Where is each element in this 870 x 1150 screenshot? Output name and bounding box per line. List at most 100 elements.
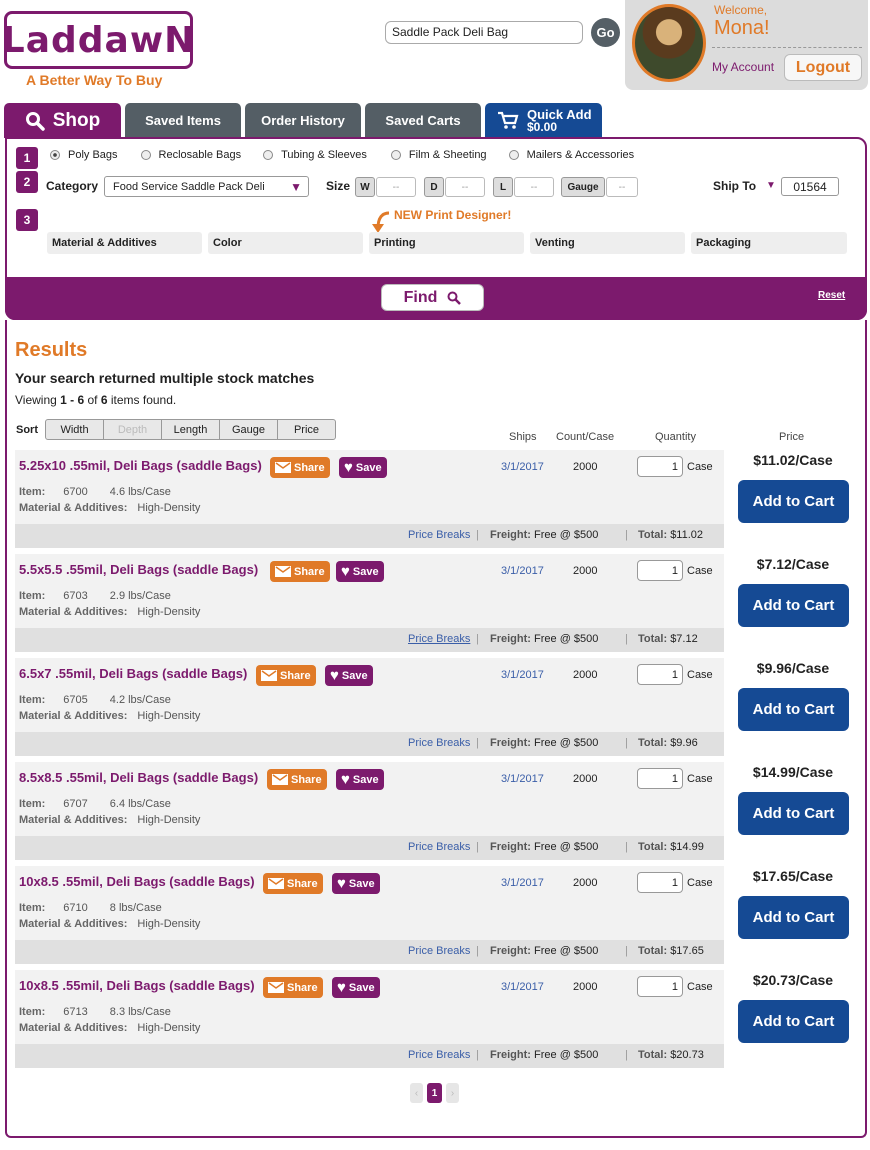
tab-saved-carts[interactable]: Saved Carts bbox=[365, 103, 481, 138]
radio-film-sheeting[interactable]: Film & Sheeting bbox=[390, 149, 487, 161]
radio-poly-bags[interactable]: Poly Bags bbox=[50, 149, 118, 161]
pager-page-1[interactable]: 1 bbox=[427, 1083, 442, 1103]
item-number-line: Item: 6707 6.4 lbs/Case bbox=[19, 798, 171, 810]
add-to-cart-button[interactable]: Add to Cart bbox=[738, 792, 849, 835]
attribute-venting[interactable]: Venting bbox=[530, 232, 685, 254]
add-to-cart-button[interactable]: Add to Cart bbox=[738, 480, 849, 523]
save-button[interactable]: ♥ Save bbox=[336, 561, 384, 582]
save-button[interactable]: ♥ Save bbox=[332, 977, 380, 998]
search-input[interactable]: Saddle Pack Deli Bag bbox=[385, 21, 583, 44]
share-button[interactable]: Share bbox=[270, 561, 330, 582]
gauge-field[interactable]: -- bbox=[606, 177, 638, 197]
share-button[interactable]: Share bbox=[267, 769, 327, 790]
price-breaks-link[interactable]: Price Breaks bbox=[408, 737, 470, 749]
product-title-link[interactable]: 10x8.5 .55mil, Deli Bags (saddle Bags) bbox=[19, 978, 255, 993]
quantity-input[interactable]: 1 bbox=[637, 664, 683, 685]
radio-mailers-accessories[interactable]: Mailers & Accessories bbox=[508, 149, 634, 161]
case-unit-label: Case bbox=[687, 565, 713, 577]
price-breaks-link[interactable]: Price Breaks bbox=[408, 841, 470, 853]
radio-label: Poly Bags bbox=[68, 149, 118, 161]
size-width-button[interactable]: W bbox=[355, 177, 375, 197]
reset-link[interactable]: Reset bbox=[818, 290, 845, 301]
ship-date: 3/1/2017 bbox=[501, 669, 544, 681]
category-select[interactable]: Food Service Saddle Pack Deli ▼ bbox=[104, 176, 309, 197]
total-label: Total: bbox=[638, 737, 668, 749]
add-to-cart-button[interactable]: Add to Cart bbox=[738, 1000, 849, 1043]
radio-reclosable-bags[interactable]: Reclosable Bags bbox=[140, 149, 241, 161]
size-depth-button[interactable]: D bbox=[424, 177, 444, 197]
quantity-input[interactable]: 1 bbox=[637, 560, 683, 581]
print-designer-callout[interactable]: NEW Print Designer! bbox=[394, 208, 511, 222]
tab-quick-add[interactable]: Quick Add $0.00 bbox=[485, 103, 602, 138]
product-title-link[interactable]: 10x8.5 .55mil, Deli Bags (saddle Bags) bbox=[19, 874, 255, 889]
quick-add-amount: $0.00 bbox=[527, 119, 558, 134]
attribute-color[interactable]: Color bbox=[208, 232, 363, 254]
gauge-button[interactable]: Gauge bbox=[561, 177, 605, 197]
product-title-link[interactable]: 5.5x5.5 .55mil, Deli Bags (saddle Bags) bbox=[19, 562, 258, 577]
pager-next-button[interactable]: › bbox=[446, 1083, 459, 1103]
my-account-link[interactable]: My Account bbox=[712, 60, 774, 74]
product-title-link[interactable]: 8.5x8.5 .55mil, Deli Bags (saddle Bags) bbox=[19, 770, 258, 785]
sort-width-button[interactable]: Width bbox=[45, 419, 104, 440]
material-value: High-Density bbox=[137, 814, 201, 826]
share-button[interactable]: Share bbox=[270, 457, 330, 478]
attribute-material-additives[interactable]: Material & Additives bbox=[47, 232, 202, 254]
price-breaks-link[interactable]: Price Breaks bbox=[408, 945, 470, 957]
quantity-input[interactable]: 1 bbox=[637, 872, 683, 893]
header-price: Price bbox=[779, 431, 805, 443]
add-to-cart-button[interactable]: Add to Cart bbox=[738, 896, 849, 939]
share-label: Share bbox=[294, 565, 325, 578]
size-length-button[interactable]: L bbox=[493, 177, 513, 197]
result-row: 6.5x7 .55mil, Deli Bags (saddle Bags) Sha… bbox=[15, 658, 724, 756]
attribute-packaging[interactable]: Packaging bbox=[691, 232, 847, 254]
tab-saved-items[interactable]: Saved Items bbox=[125, 103, 241, 138]
material-line: Material & Additives: High-Density bbox=[19, 1022, 200, 1034]
quantity-input[interactable]: 1 bbox=[637, 976, 683, 997]
size-depth-field[interactable]: -- bbox=[445, 177, 485, 197]
ship-to-zip-input[interactable]: 01564 bbox=[781, 177, 839, 196]
save-button[interactable]: ♥ Save bbox=[339, 457, 387, 478]
logout-button[interactable]: Logout bbox=[784, 54, 862, 81]
sort-gauge-button[interactable]: Gauge bbox=[219, 419, 278, 440]
tab-shop[interactable]: Shop bbox=[4, 103, 121, 138]
save-button[interactable]: ♥ Save bbox=[336, 769, 384, 790]
sort-length-button[interactable]: Length bbox=[161, 419, 220, 440]
size-length-field[interactable]: -- bbox=[514, 177, 554, 197]
find-button[interactable]: Find bbox=[381, 284, 484, 311]
attribute-printing[interactable]: Printing bbox=[369, 232, 524, 254]
material-label: Material & Additives: bbox=[19, 814, 128, 826]
add-to-cart-button[interactable]: Add to Cart bbox=[738, 688, 849, 731]
product-title-link[interactable]: 5.25x10 .55mil, Deli Bags (saddle Bags) bbox=[19, 458, 262, 473]
item-number: 6703 bbox=[63, 590, 88, 602]
envelope-icon bbox=[268, 878, 284, 889]
price-breaks-link[interactable]: Price Breaks bbox=[408, 529, 470, 541]
freight-label: Freight: bbox=[490, 633, 531, 645]
quantity-input[interactable]: 1 bbox=[637, 768, 683, 789]
price-breaks-link[interactable]: Price Breaks bbox=[408, 633, 470, 645]
save-button[interactable]: ♥ Save bbox=[332, 873, 380, 894]
product-title-link[interactable]: 6.5x7 .55mil, Deli Bags (saddle Bags) bbox=[19, 666, 247, 681]
save-button[interactable]: ♥ Save bbox=[325, 665, 373, 686]
freight-label: Freight: bbox=[490, 737, 531, 749]
save-label: Save bbox=[352, 773, 379, 786]
sort-price-button[interactable]: Price bbox=[277, 419, 336, 440]
quantity-input[interactable]: 1 bbox=[637, 456, 683, 477]
item-label: Item: bbox=[19, 694, 46, 706]
ship-to-arrow-icon[interactable]: ▼ bbox=[766, 180, 776, 191]
add-to-cart-button[interactable]: Add to Cart bbox=[738, 584, 849, 627]
radio-tubing-sleeves[interactable]: Tubing & Sleeves bbox=[263, 149, 367, 161]
size-width-field[interactable]: -- bbox=[376, 177, 416, 197]
price-breaks-link[interactable]: Price Breaks bbox=[408, 1049, 470, 1061]
save-label: Save bbox=[348, 877, 375, 890]
item-number: 6700 bbox=[63, 486, 88, 498]
go-button[interactable]: Go bbox=[591, 18, 620, 47]
material-label: Material & Additives: bbox=[19, 606, 128, 618]
pager-prev-button[interactable]: ‹ bbox=[410, 1083, 423, 1103]
item-weight: 2.9 lbs/Case bbox=[109, 590, 171, 602]
tab-order-history[interactable]: Order History bbox=[245, 103, 361, 138]
item-weight: 4.2 lbs/Case bbox=[109, 694, 171, 706]
share-button[interactable]: Share bbox=[263, 977, 323, 998]
share-button[interactable]: Share bbox=[263, 873, 323, 894]
laddawn-logo[interactable]: LaddawN bbox=[2, 11, 194, 69]
share-button[interactable]: Share bbox=[256, 665, 316, 686]
